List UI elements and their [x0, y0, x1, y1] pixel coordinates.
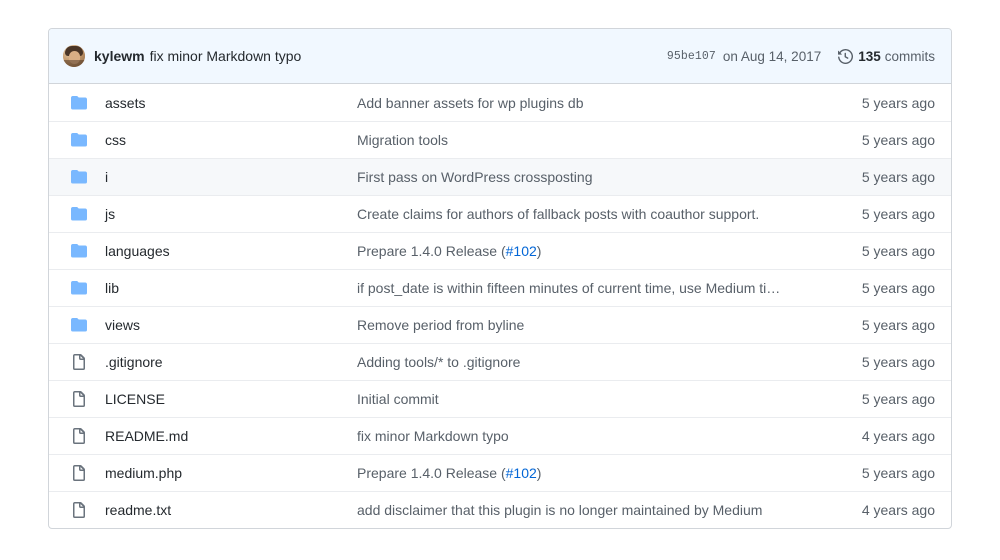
issue-link[interactable]: #102 [506, 465, 537, 481]
file-name-link[interactable]: languages [95, 243, 357, 259]
row-commit-message[interactable]: Initial commit [357, 391, 831, 407]
row-age: 4 years ago [861, 428, 935, 444]
row-age: 5 years ago [861, 317, 935, 333]
file-name-link[interactable]: i [95, 169, 357, 185]
file-icon [63, 391, 95, 407]
latest-commit-bar: kylewm fix minor Markdown typo 95be107 o… [49, 29, 951, 84]
row-age: 5 years ago [861, 94, 935, 111]
file-name-link[interactable]: js [95, 206, 357, 222]
file-icon [63, 502, 95, 518]
row-age: 5 years ago [861, 243, 935, 259]
row-commit-message[interactable]: Migration tools [357, 132, 831, 148]
row-age: 5 years ago [861, 465, 935, 481]
row-commit-message[interactable]: if post_date is within fifteen minutes o… [357, 280, 831, 296]
row-age: 5 years ago [861, 354, 935, 370]
latest-commit-message[interactable]: fix minor Markdown typo [150, 48, 302, 64]
row-commit-message[interactable]: Remove period from byline [357, 317, 831, 333]
file-icon [63, 428, 95, 444]
table-row[interactable]: i First pass on WordPress crossposting 5 y… [49, 158, 951, 195]
row-commit-message[interactable]: Prepare 1.4.0 Release (#102) [357, 243, 831, 259]
row-age: 5 years ago [861, 206, 935, 222]
table-row[interactable]: js Create claims for authors of fallback … [49, 195, 951, 232]
row-age: 5 years ago [861, 280, 935, 296]
commit-date: on Aug 14, 2017 [722, 48, 822, 64]
commit-meta: 95be107 on Aug 14, 2017 135 commits [655, 49, 935, 64]
file-list: assets Add banner assets for wp plugins d… [49, 84, 951, 528]
table-row[interactable]: README.md fix minor Markdown typo 4 years … [49, 417, 951, 454]
file-name-link[interactable]: views [95, 317, 357, 333]
row-age: 5 years ago [861, 169, 935, 185]
folder-icon [63, 132, 95, 148]
table-row[interactable]: readme.txt add disclaimer that this plugi… [49, 491, 951, 528]
file-icon [63, 465, 95, 481]
file-name-link[interactable]: readme.txt [95, 502, 357, 518]
table-row[interactable]: css Migration tools 5 years ago [49, 121, 951, 158]
folder-icon [63, 206, 95, 222]
folder-icon [63, 280, 95, 296]
file-name-link[interactable]: .gitignore [95, 354, 357, 370]
commit-author-link[interactable]: kylewm [94, 48, 145, 64]
commits-count: 135 [858, 48, 881, 64]
table-row[interactable]: lib if post_date is within fifteen minute… [49, 269, 951, 306]
row-commit-message[interactable]: Prepare 1.4.0 Release (#102) [357, 465, 831, 481]
avatar[interactable] [63, 45, 85, 67]
folder-icon [63, 243, 95, 259]
table-row[interactable]: views Remove period from byline 5 years ag… [49, 306, 951, 343]
row-commit-message[interactable]: First pass on WordPress crossposting [357, 169, 831, 185]
table-row[interactable]: LICENSE Initial commit 5 years ago [49, 380, 951, 417]
row-age: 5 years ago [861, 132, 935, 148]
row-commit-message[interactable]: Add banner assets for wp plugins db [357, 95, 831, 111]
issue-link[interactable]: #102 [506, 243, 537, 259]
file-name-link[interactable]: assets [95, 95, 357, 111]
file-name-link[interactable]: medium.php [95, 465, 357, 481]
row-commit-message[interactable]: Adding tools/* to .gitignore [357, 354, 831, 370]
file-icon [63, 354, 95, 370]
folder-icon [63, 95, 95, 111]
repository-file-table: kylewm fix minor Markdown typo 95be107 o… [48, 28, 952, 529]
table-row[interactable]: assets Add banner assets for wp plugins d… [49, 84, 951, 121]
row-commit-message[interactable]: Create claims for authors of fallback po… [357, 206, 831, 222]
table-row[interactable]: medium.php Prepare 1.4.0 Release (#102) 5 … [49, 454, 951, 491]
folder-icon [63, 169, 95, 185]
history-clock-icon [838, 48, 854, 64]
row-commit-message[interactable]: fix minor Markdown typo [357, 428, 831, 444]
row-age: 5 years ago [861, 391, 935, 407]
folder-icon [63, 317, 95, 333]
commits-label: commits [884, 48, 935, 64]
row-commit-message[interactable]: add disclaimer that this plugin is no lo… [357, 502, 831, 518]
commit-sha[interactable]: 95be107 [667, 50, 716, 63]
table-row[interactable]: .gitignore Adding tools/* to .gitignore 5 … [49, 343, 951, 380]
file-name-link[interactable]: README.md [95, 428, 357, 444]
file-name-link[interactable]: css [95, 132, 357, 148]
row-age: 4 years ago [861, 502, 935, 518]
file-name-link[interactable]: LICENSE [95, 391, 357, 407]
file-name-link[interactable]: lib [95, 280, 357, 296]
commits-history-link[interactable]: 135 commits [838, 49, 935, 64]
page-root: kylewm fix minor Markdown typo 95be107 o… [0, 0, 1000, 560]
table-row[interactable]: languages Prepare 1.4.0 Release (#102) 5 y… [49, 232, 951, 269]
